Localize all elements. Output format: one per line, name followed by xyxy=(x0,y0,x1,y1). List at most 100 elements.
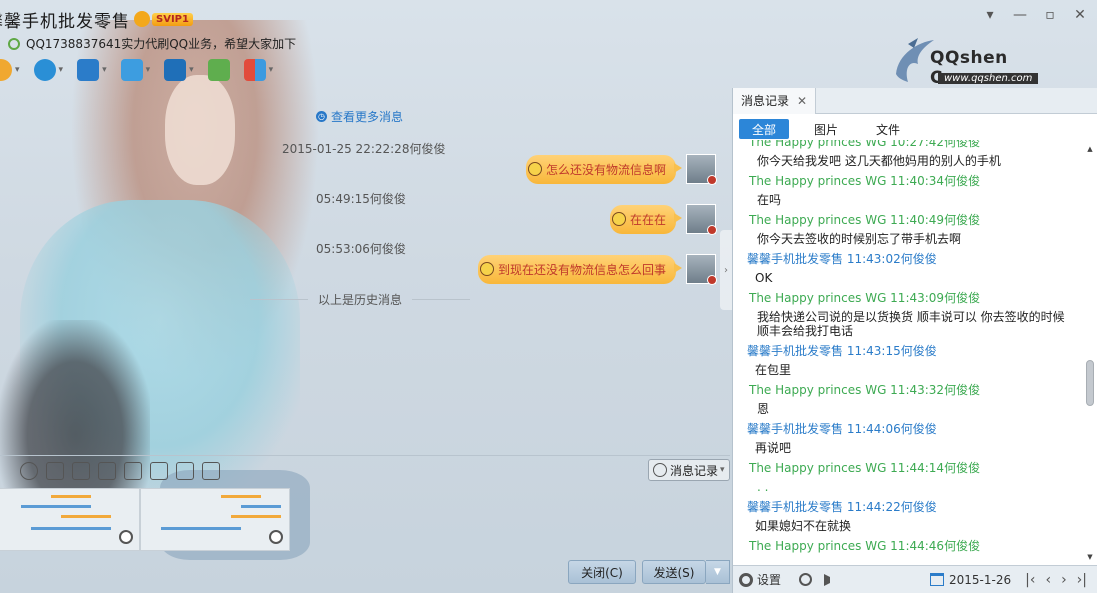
speaker-icon[interactable] xyxy=(824,573,838,586)
apps-grid-icon xyxy=(243,59,266,81)
next-page-icon[interactable]: › xyxy=(1061,572,1067,588)
panel-collapse-handle[interactable]: › xyxy=(720,230,732,310)
window-title: 馨馨手机批发零售 xyxy=(0,11,130,32)
message-timestamp: 2015-01-25 22:22:28何俊俊 xyxy=(282,142,446,156)
list-item: The Happy princes WG 11:43:09何俊俊 我给快递公司说… xyxy=(733,288,1083,341)
send-file-icon xyxy=(120,59,143,81)
avatar[interactable] xyxy=(686,204,717,235)
log-sender: 馨馨手机批发零售 11:44:06何俊俊 xyxy=(747,422,937,436)
gear-icon[interactable] xyxy=(739,572,753,587)
minimize-icon[interactable]: — xyxy=(1011,6,1029,24)
message-bubble[interactable]: 到现在还没有物流信息怎么回事 xyxy=(477,254,682,284)
tool-voice[interactable]: ▾ xyxy=(0,59,20,81)
tool-apps[interactable]: ▾ xyxy=(243,59,273,81)
message-timestamp: 05:49:15何俊俊 xyxy=(316,192,406,206)
log-message: 你今天去签收的时候别忘了带手机去啊 xyxy=(757,232,962,246)
music-icon[interactable] xyxy=(176,461,194,480)
filter-files[interactable]: 文件 xyxy=(863,119,913,139)
screenshot-thumbnail[interactable] xyxy=(0,488,140,551)
close-button[interactable]: 关闭(C) xyxy=(568,560,636,584)
prev-page-icon[interactable]: ‹ xyxy=(1045,572,1051,588)
vip-badge[interactable]: SVIP1 xyxy=(152,12,193,26)
tab-message-log[interactable]: 消息记录 ✕ xyxy=(733,87,817,114)
log-message: OK xyxy=(755,271,773,285)
maximize-icon[interactable]: ▫ xyxy=(1041,6,1059,24)
image-icon[interactable] xyxy=(150,461,168,480)
avatar[interactable] xyxy=(686,254,717,285)
signature-icon xyxy=(8,37,20,50)
log-sender: The Happy princes WG 10:27:42何俊俊 xyxy=(749,140,981,149)
log-message: 如果媳妇不在就换 xyxy=(755,519,852,533)
scroll-up-icon[interactable]: ▲ xyxy=(1085,145,1095,155)
message-text: 怎么还没有物流信息啊 xyxy=(545,162,666,177)
list-item: 馨馨手机批发零售 11:43:15何俊俊 在包里 xyxy=(733,341,1083,380)
super-emoji-icon[interactable] xyxy=(46,461,64,480)
avatar[interactable] xyxy=(686,154,717,185)
close-icon[interactable]: ✕ xyxy=(1071,6,1089,24)
voice-message-icon[interactable] xyxy=(98,461,116,480)
message-bubble[interactable]: 怎么还没有物流信息啊 xyxy=(525,154,682,184)
panel-tabbar: 消息记录 ✕ xyxy=(733,87,1097,114)
search-icon[interactable] xyxy=(799,573,813,586)
qqshen-logo: QQshen Course www.qqshen.com xyxy=(888,34,1074,90)
tool-screen[interactable]: ▾ xyxy=(164,59,194,81)
message-row: 到现在还没有物流信息怎么回事 xyxy=(477,254,717,285)
list-item: 馨馨手机批发零售 11:44:22何俊俊 如果媳妇不在就换 xyxy=(733,497,1083,536)
log-sender: The Happy princes WG 11:43:32何俊俊 xyxy=(749,383,981,397)
date-navigation: |‹ ‹ › ›| xyxy=(1025,572,1087,588)
logo-url: www.qqshen.com xyxy=(938,73,1039,84)
sender-emoji-icon xyxy=(527,161,542,176)
message-text: 在在在 xyxy=(629,212,666,227)
zoom-icon[interactable] xyxy=(119,530,133,544)
log-sender: 馨馨手机批发零售 11:43:15何俊俊 xyxy=(747,344,937,358)
log-date[interactable]: 2015-1-26 xyxy=(949,573,1011,587)
panel-footer: 设置 2015-1-26 |‹ ‹ › ›| xyxy=(733,565,1097,593)
chat-toolbar: ▾ ▾ ▾ ▾ ▾ ▾ xyxy=(0,56,287,84)
voice-call-icon xyxy=(0,59,12,81)
title-bar: 馨馨手机批发零售 SVIP1 xyxy=(0,6,193,32)
log-scrollbar[interactable]: ▲ ▼ xyxy=(1085,145,1095,563)
scroll-thumb[interactable] xyxy=(1086,360,1094,406)
last-page-icon[interactable]: ›| xyxy=(1077,572,1087,588)
filter-images[interactable]: 图片 xyxy=(801,119,851,139)
remote-desktop-icon xyxy=(77,59,100,81)
send-options-dropdown[interactable]: ▼ xyxy=(706,560,730,584)
message-log-button[interactable]: 消息记录 ▾ xyxy=(648,459,730,481)
emoji-icon[interactable] xyxy=(20,461,38,480)
log-list: The Happy princes WG 10:27:42何俊俊 你今天给我发吧… xyxy=(733,140,1083,564)
close-tab-icon[interactable]: ✕ xyxy=(797,94,807,108)
edit-icon[interactable] xyxy=(124,461,142,480)
window-controls: ▾ — ▫ ✕ xyxy=(981,6,1089,24)
log-filters: 全部 图片 文件 xyxy=(739,119,925,139)
screenshot-thumbnail[interactable] xyxy=(140,488,290,551)
tool-file[interactable]: ▾ xyxy=(120,59,150,81)
calendar-icon[interactable] xyxy=(930,573,945,586)
settings-label[interactable]: 设置 xyxy=(757,571,781,588)
message-bubble[interactable]: 在在在 xyxy=(609,204,682,234)
list-item: The Happy princes WG 11:44:14何俊俊 . . xyxy=(733,458,1083,497)
log-sender: 馨馨手机批发零售 11:43:02何俊俊 xyxy=(747,252,937,266)
log-sender: The Happy princes WG 11:40:34何俊俊 xyxy=(749,174,981,188)
filter-all[interactable]: 全部 xyxy=(739,119,789,139)
tool-video[interactable]: ▾ xyxy=(33,59,63,81)
zoom-icon[interactable] xyxy=(269,530,283,544)
log-sender: The Happy princes WG 11:40:49何俊俊 xyxy=(749,213,981,227)
input-toolbar xyxy=(0,455,730,485)
log-sender: The Happy princes WG 11:43:09何俊俊 xyxy=(749,291,981,305)
scroll-down-icon[interactable]: ▼ xyxy=(1085,553,1095,563)
list-item: 馨馨手机批发零售 11:44:06何俊俊 再说吧 xyxy=(733,419,1083,458)
dropdown-icon[interactable]: ▾ xyxy=(981,6,999,24)
message-log-label: 消息记录 xyxy=(670,463,719,478)
scissors-icon[interactable] xyxy=(202,461,220,480)
sender-emoji-icon xyxy=(479,261,494,276)
video-call-icon xyxy=(33,59,56,81)
tool-remote[interactable]: ▾ xyxy=(77,59,107,81)
clock-small-icon: ◷ xyxy=(316,111,327,122)
tool-group[interactable] xyxy=(207,59,230,81)
log-message: 我给快递公司说的是以货换货 顺丰说可以 你去签收的时候顺丰会给我打电话 xyxy=(757,310,1065,338)
first-page-icon[interactable]: |‹ xyxy=(1025,572,1035,588)
view-more-link[interactable]: ◷ 查看更多消息 xyxy=(316,108,403,125)
view-more-label: 查看更多消息 xyxy=(331,110,404,124)
send-button[interactable]: 发送(S) xyxy=(642,560,706,584)
shake-icon[interactable] xyxy=(72,461,90,480)
